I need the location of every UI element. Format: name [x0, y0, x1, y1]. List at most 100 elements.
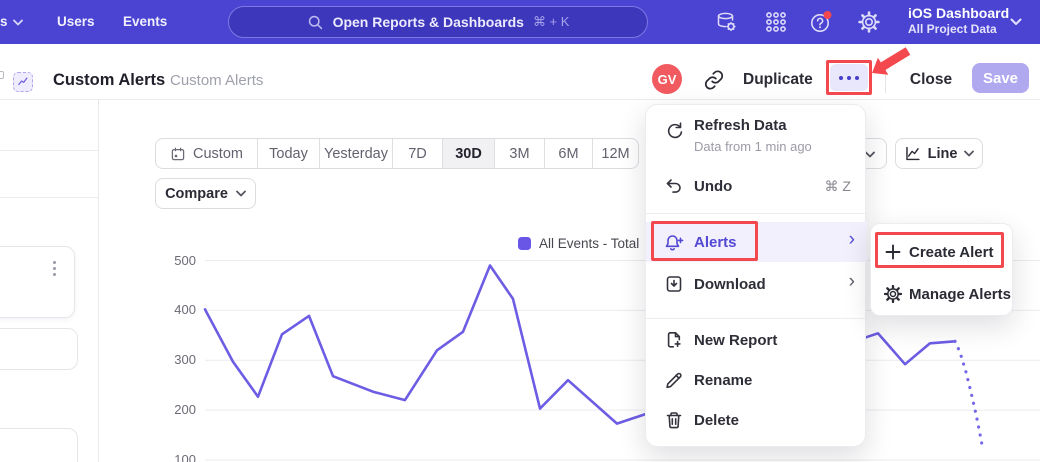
range-30d-selected[interactable]: 30D	[443, 139, 495, 168]
range-3m[interactable]: 3M	[495, 139, 545, 168]
menu-item-delete[interactable]: Delete	[646, 402, 867, 438]
range-label: 3M	[509, 146, 529, 162]
range-custom[interactable]: Custom	[156, 139, 258, 168]
menu-item-download[interactable]: Download ›	[646, 266, 867, 302]
more-options-button[interactable]	[830, 64, 868, 91]
project-subtitle: All Project Data	[908, 22, 1009, 37]
chevron-down-icon	[13, 19, 23, 26]
legend-item[interactable]: All Events - Total	[518, 236, 639, 251]
report-header: Custom Alerts Custom Alerts GV Duplicate…	[0, 44, 1040, 100]
menu-item-label: Rename	[694, 372, 752, 389]
divider	[646, 318, 867, 319]
plus-icon	[883, 242, 903, 262]
range-label: 7D	[408, 146, 427, 162]
range-today[interactable]: Today	[258, 139, 320, 168]
search-input[interactable]: Open Reports & Dashboards ⌘ + K	[228, 6, 648, 38]
avatar[interactable]: GV	[652, 64, 682, 94]
range-label: 30D	[455, 146, 482, 162]
nav-item-events[interactable]: Events	[123, 14, 167, 29]
range-label: Today	[269, 146, 308, 162]
date-range-selector: Custom Today Yesterday 7D 30D 3M 6M 12M	[155, 138, 639, 169]
project-selector[interactable]: iOS Dashboard All Project Data	[908, 5, 1009, 37]
chart-projected-line	[955, 341, 983, 450]
menu-item-refresh-data[interactable]: Refresh Data Data from 1 min ago	[646, 115, 867, 165]
page-title: Custom Alerts	[53, 71, 165, 90]
submenu-item-label: Create Alert	[909, 244, 993, 261]
chevron-down-icon	[1010, 18, 1022, 26]
nav-item-users[interactable]: Users	[57, 14, 95, 29]
range-label: 6M	[558, 146, 578, 162]
refresh-icon	[664, 120, 684, 140]
range-12m[interactable]: 12M	[593, 139, 638, 168]
collapse-icon	[0, 71, 4, 79]
pencil-icon	[664, 370, 684, 390]
y-axis-tick: 300	[158, 352, 196, 367]
compare-label: Compare	[165, 186, 228, 202]
divider	[646, 213, 867, 214]
menu-item-undo[interactable]: Undo ⌘ Z	[646, 169, 867, 203]
menu-item-label: Undo	[694, 178, 732, 195]
left-sidebar	[0, 100, 99, 462]
calendar-icon	[170, 146, 186, 162]
sidebar-card[interactable]	[0, 328, 78, 370]
legend-label: All Events - Total	[539, 236, 639, 251]
mixpanel-report-window: s Users Events Open Reports & Dashboards…	[0, 0, 1040, 462]
duplicate-button[interactable]: Duplicate	[743, 71, 813, 89]
range-7d[interactable]: 7D	[393, 139, 443, 168]
report-type-icon	[13, 72, 33, 92]
help-icon[interactable]	[809, 10, 833, 34]
undo-icon	[664, 176, 684, 196]
new-report-icon	[664, 330, 684, 350]
chevron-down-icon	[964, 150, 974, 157]
download-icon	[664, 274, 684, 294]
more-options-icon[interactable]	[53, 261, 56, 276]
menu-item-label: Download	[694, 276, 766, 293]
menu-item-label: Alerts	[694, 234, 737, 251]
menu-item-shortcut: ⌘ Z	[825, 178, 851, 195]
apps-grid-icon[interactable]	[764, 10, 788, 34]
chart-type-button[interactable]: Line	[895, 138, 983, 169]
project-title: iOS Dashboard	[908, 5, 1009, 22]
save-button[interactable]: Save	[972, 63, 1029, 93]
chart-type-label: Line	[928, 146, 958, 162]
gear-icon	[883, 284, 903, 304]
menu-item-label: Delete	[694, 412, 739, 429]
range-yesterday[interactable]: Yesterday	[320, 139, 393, 168]
compare-button[interactable]: Compare	[155, 178, 256, 209]
menu-item-alerts[interactable]: Alerts ›	[646, 222, 867, 262]
menu-item-rename[interactable]: Rename	[646, 362, 867, 398]
menu-item-new-report[interactable]: New Report	[646, 322, 867, 358]
data-management-icon[interactable]	[714, 10, 738, 34]
sidebar-card[interactable]	[0, 428, 78, 462]
range-label: 12M	[601, 146, 629, 162]
range-label: Custom	[193, 146, 243, 162]
divider	[885, 65, 886, 93]
alerts-submenu: Create Alert Manage Alerts	[870, 223, 1013, 316]
search-placeholder: Open Reports & Dashboards	[333, 14, 524, 30]
sidebar-card[interactable]	[0, 246, 75, 318]
menu-item-label: New Report	[694, 332, 777, 349]
gear-icon[interactable]	[857, 10, 881, 34]
bell-plus-icon	[664, 232, 684, 252]
range-6m[interactable]: 6M	[545, 139, 593, 168]
range-label: Yesterday	[324, 146, 388, 162]
nav-item-partial[interactable]: s	[0, 14, 8, 29]
breadcrumb: Custom Alerts	[170, 72, 263, 89]
divider	[0, 197, 99, 198]
legend-swatch	[518, 237, 531, 250]
search-shortcut: ⌘ + K	[533, 14, 570, 30]
y-axis-tick: 500	[158, 253, 196, 268]
trash-icon	[664, 410, 684, 430]
menu-item-subtitle: Data from 1 min ago	[694, 139, 812, 154]
close-button[interactable]: Close	[905, 71, 957, 89]
submenu-item-create-alert[interactable]: Create Alert	[871, 234, 1014, 270]
more-options-menu: Refresh Data Data from 1 min ago Undo ⌘ …	[645, 104, 866, 447]
y-axis-tick: 200	[158, 402, 196, 417]
chevron-right-icon: ›	[849, 271, 855, 293]
submenu-item-manage-alerts[interactable]: Manage Alerts	[871, 276, 1014, 312]
copy-link-icon[interactable]	[703, 69, 725, 91]
divider	[0, 150, 99, 151]
top-navbar: s Users Events Open Reports & Dashboards…	[0, 0, 1040, 44]
chevron-down-icon	[236, 190, 246, 197]
submenu-item-label: Manage Alerts	[909, 286, 1011, 303]
